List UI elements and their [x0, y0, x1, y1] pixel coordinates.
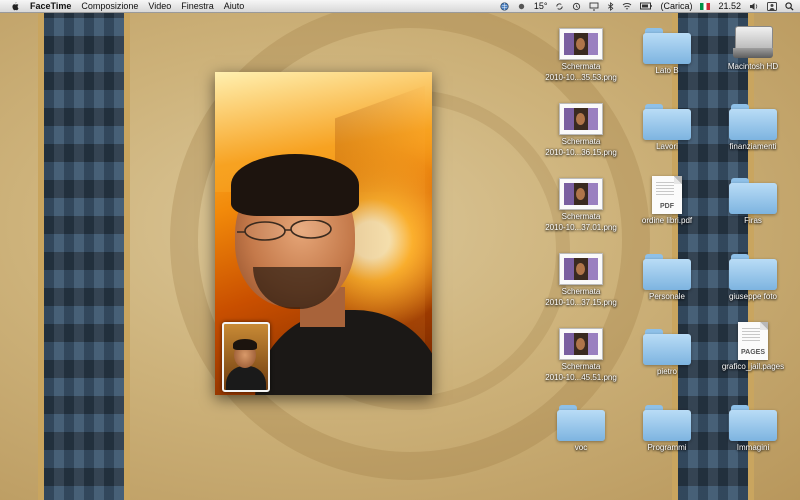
desktop-folder-personale[interactable]: Personale: [626, 252, 708, 301]
desktop-folder-programmi[interactable]: Programmi: [626, 403, 708, 452]
folder-icon: [729, 102, 777, 140]
file-name: Schermata: [561, 62, 601, 71]
weather-status-icon[interactable]: [517, 2, 526, 11]
desktop-folder-lato-b[interactable]: Lato B: [626, 26, 708, 75]
desktop-folder-immagini[interactable]: Immagini: [712, 403, 794, 452]
folder-name: pietro: [656, 367, 677, 376]
folder-icon: [729, 403, 777, 441]
person-hair: [231, 154, 359, 216]
volume-icon[interactable]: [749, 2, 759, 11]
file-detail: 2010-10...45.51.png: [545, 373, 617, 382]
desktop-folder-lavori[interactable]: Lavori: [626, 102, 708, 151]
file-name: Schermata: [561, 137, 601, 146]
wallpaper-band-left: [38, 0, 130, 500]
file-name: Schermata: [561, 212, 601, 221]
wifi-icon[interactable]: [622, 2, 632, 11]
pdf-document-icon: PDF: [652, 176, 682, 214]
folder-name: Lavori: [656, 142, 678, 151]
screenshot-thumbnail-icon: [559, 178, 603, 210]
sync-icon[interactable]: [555, 2, 564, 11]
desktop-file-grafico-jail[interactable]: PAGES grafico_jail.pages: [712, 322, 794, 371]
folder-name: giuseppe foto: [728, 292, 778, 301]
menu-bar: FaceTime Composizione Video Finestra Aiu…: [0, 0, 800, 13]
pip-hair: [233, 339, 257, 350]
folder-name: Immagini: [736, 443, 770, 452]
desktop-drive-macintosh-hd[interactable]: Macintosh HD: [712, 22, 794, 71]
display-icon[interactable]: [589, 2, 599, 11]
folder-icon: [729, 252, 777, 290]
spotlight-search-icon[interactable]: [785, 1, 794, 11]
desktop-file-screenshot-1[interactable]: Schermata 2010-10...35.53.png: [540, 28, 622, 82]
folder-name: Firas: [744, 216, 762, 225]
folder-icon: [729, 176, 777, 214]
folder-icon: [643, 403, 691, 441]
desktop-folder-giuseppe-foto[interactable]: giuseppe foto: [712, 252, 794, 301]
file-name: Schermata: [561, 362, 601, 371]
battery-icon[interactable]: [640, 2, 653, 10]
desktop-file-screenshot-3[interactable]: Schermata 2010-10...37.01.png: [540, 178, 622, 232]
folder-icon: [643, 102, 691, 140]
folder-icon: [557, 403, 605, 441]
bluetooth-icon[interactable]: [607, 1, 614, 11]
file-name: grafico_jail.pages: [721, 362, 785, 371]
file-name: ordine libri.pdf: [641, 216, 693, 225]
screenshot-thumbnail-icon: [559, 328, 603, 360]
drive-name: Macintosh HD: [727, 62, 779, 71]
folder-name: Lato B: [655, 66, 679, 75]
screenshot-thumbnail-icon: [559, 103, 603, 135]
menu-extras: 15° (Carica) 21.52: [492, 0, 794, 12]
file-detail: 2010-10...37.15.png: [545, 298, 617, 307]
folder-name: Programmi: [647, 443, 687, 452]
folder-icon: [643, 252, 691, 290]
desktop-folder-finanziamenti[interactable]: finanziamenti: [712, 102, 794, 151]
desktop-folder-pietro[interactable]: pietro: [626, 327, 708, 376]
input-flag-icon[interactable]: [700, 2, 711, 10]
folder-name: voc: [574, 443, 588, 452]
screenshot-thumbnail-icon: [559, 28, 603, 60]
temperature-text[interactable]: 15°: [534, 1, 548, 11]
menu-finestra[interactable]: Finestra: [181, 1, 214, 11]
glasses-icon: [237, 220, 332, 241]
desktop-file-screenshot-5[interactable]: Schermata 2010-10...45.51.png: [540, 328, 622, 382]
file-detail: 2010-10...36.15.png: [545, 148, 617, 157]
pip-body: [226, 366, 266, 390]
folder-icon: [643, 26, 691, 64]
battery-status-text[interactable]: (Carica): [660, 1, 692, 11]
folder-name: Personale: [648, 292, 686, 301]
globe-status-icon[interactable]: [500, 1, 509, 11]
desktop-file-screenshot-2[interactable]: Schermata 2010-10...36.15.png: [540, 103, 622, 157]
file-detail: 2010-10...37.01.png: [545, 223, 617, 232]
screenshot-thumbnail-icon: [559, 253, 603, 285]
menu-app-name[interactable]: FaceTime: [30, 1, 71, 11]
desktop-folder-firas[interactable]: Firas: [712, 176, 794, 225]
hard-drive-icon: [733, 22, 773, 60]
folder-name: finanziamenti: [729, 142, 777, 151]
desktop-folder-voc[interactable]: voc: [540, 403, 622, 452]
desktop-file-screenshot-4[interactable]: Schermata 2010-10...37.15.png: [540, 253, 622, 307]
menu-composizione[interactable]: Composizione: [81, 1, 138, 11]
timemachine-icon[interactable]: [572, 2, 581, 11]
apple-menu-icon[interactable]: [10, 1, 20, 11]
file-detail: 2010-10...35.53.png: [545, 73, 617, 82]
folder-icon: [643, 327, 691, 365]
desktop-file-ordine-libri[interactable]: PDF ordine libri.pdf: [626, 176, 708, 225]
user-account-icon[interactable]: [767, 1, 777, 11]
menu-video[interactable]: Video: [148, 1, 171, 11]
clock-text[interactable]: 21.52: [718, 1, 741, 11]
file-name: Schermata: [561, 287, 601, 296]
self-preview-pip[interactable]: [222, 322, 270, 392]
pages-document-icon: PAGES: [738, 322, 768, 360]
menu-aiuto[interactable]: Aiuto: [224, 1, 245, 11]
facetime-window[interactable]: [215, 72, 432, 395]
